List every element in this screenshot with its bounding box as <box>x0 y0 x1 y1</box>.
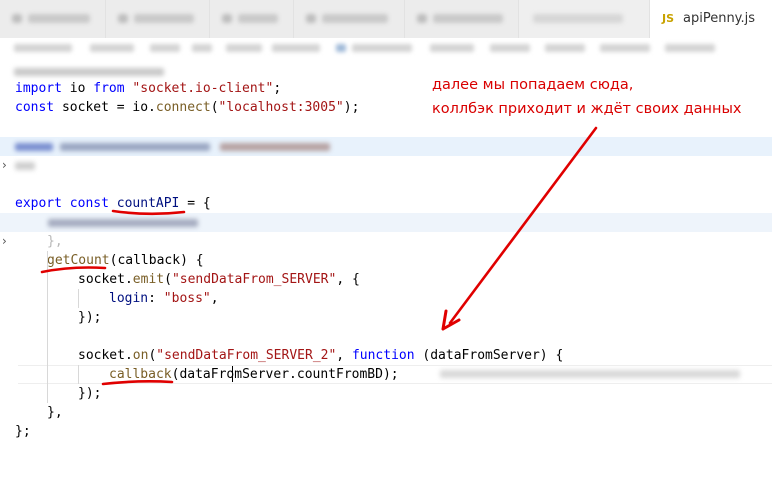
countapi-underline <box>111 209 186 216</box>
arrow-shaft <box>448 126 598 325</box>
annotation-markup <box>40 126 598 386</box>
getcount-underline <box>40 266 107 274</box>
callback-underline <box>101 380 174 386</box>
